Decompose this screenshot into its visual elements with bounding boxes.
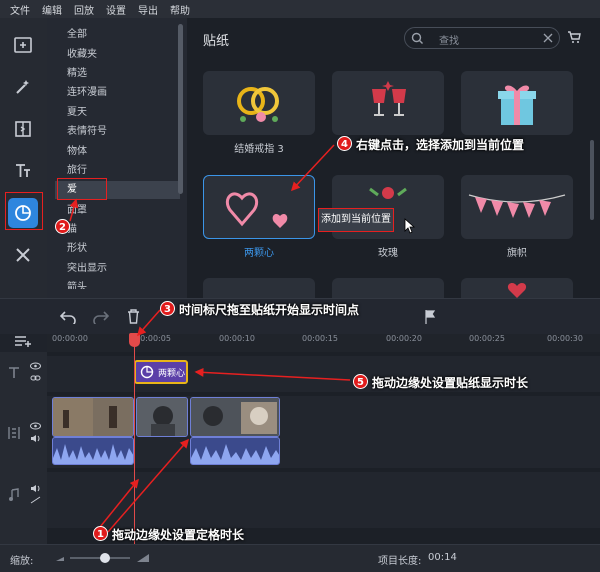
annotation-number-5: 5 xyxy=(353,374,368,389)
annotation-number-4: 4 xyxy=(337,136,352,151)
annotation-number-3: 3 xyxy=(160,301,175,316)
annotation-text-3: 时间标尺拖至贴纸开始显示时间点 xyxy=(179,303,360,317)
annotation-text-4: 右键点击，选择添加到当前位置 xyxy=(356,138,525,152)
annotation-arrows xyxy=(69,144,351,533)
annotation-text-5: 拖动边缘处设置贴纸显示时长 xyxy=(372,376,529,390)
annotation-text-1: 拖动边缘处设置定格时长 xyxy=(112,528,245,542)
annotation-number-1: 1 xyxy=(93,526,108,541)
